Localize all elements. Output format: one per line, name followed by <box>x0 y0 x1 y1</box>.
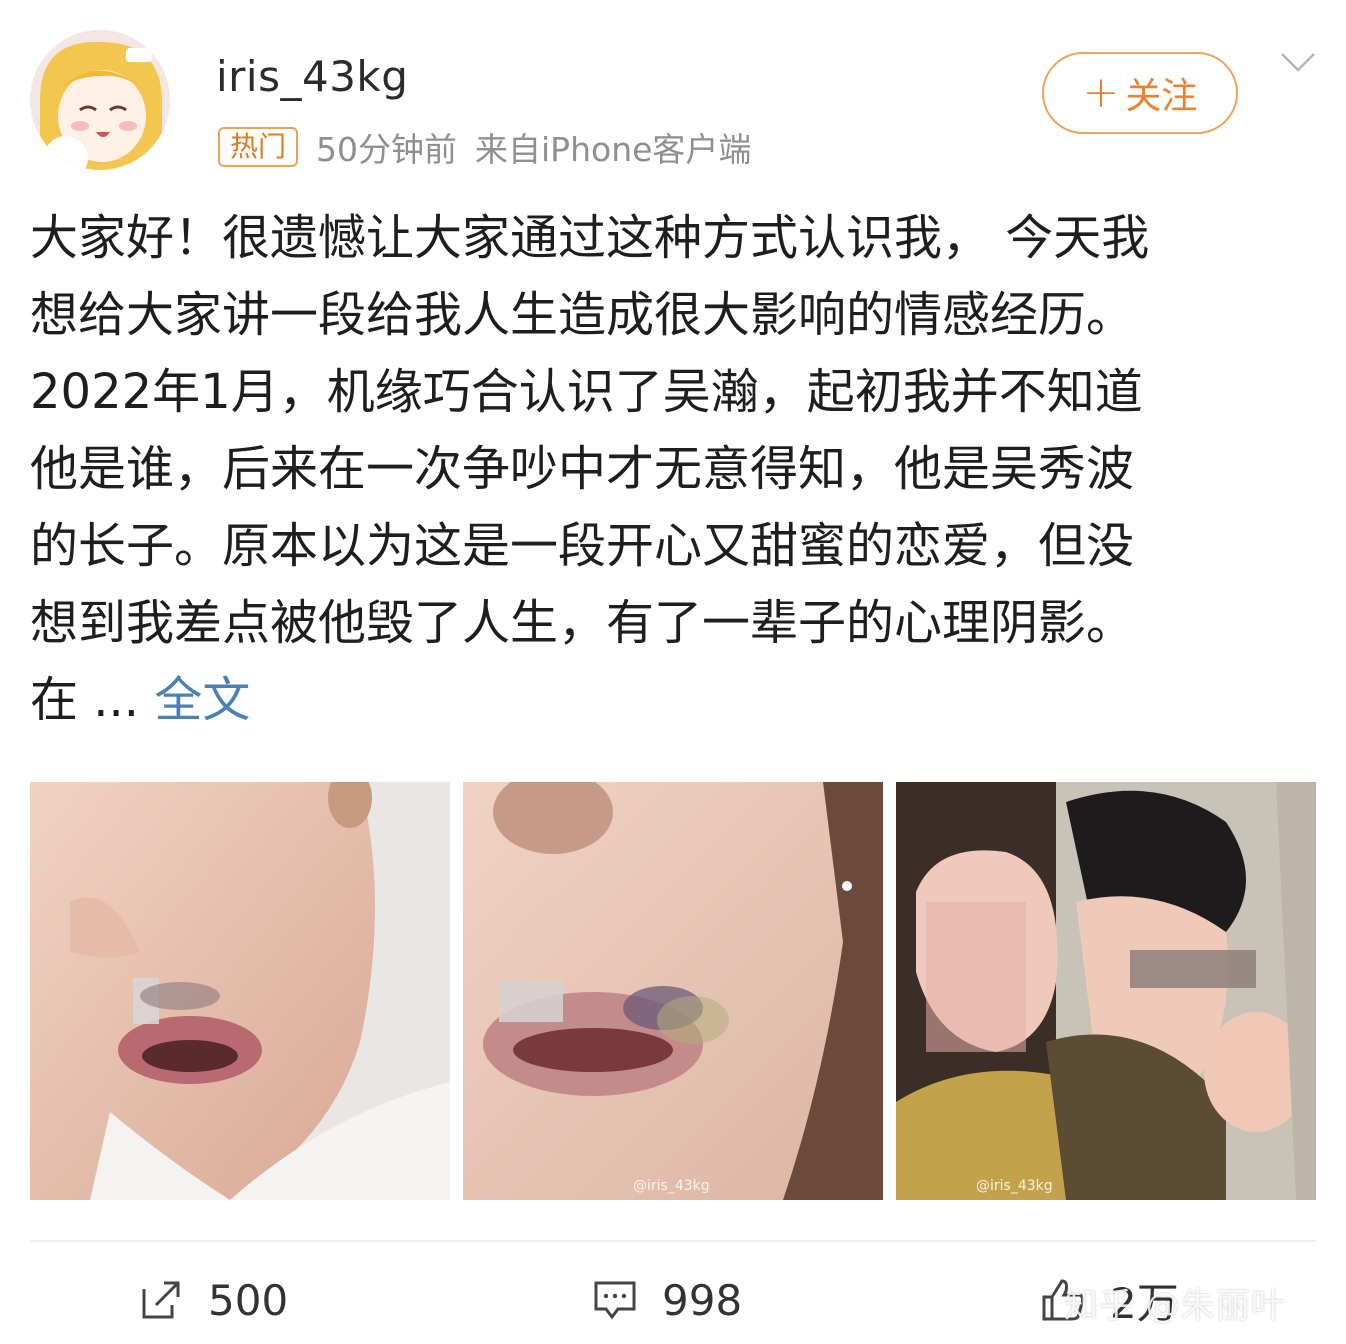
post-truncated-text: 在 ... <box>30 672 140 728</box>
post-line: 大家好！很遗憾让大家通过这种方式认识我， 今天我 <box>30 210 1150 266</box>
share-icon <box>142 1281 180 1319</box>
chevron-down-icon[interactable] <box>1280 50 1316 74</box>
comment-icon <box>594 1281 636 1320</box>
site-watermark: 知乎 @朱丽叶 <box>1064 1286 1286 1326</box>
hot-badge: 热门 <box>218 127 299 167</box>
post-time: 50分钟前 <box>316 130 458 169</box>
post-line: 的长子。原本以为这是一段开心又甜蜜的恋爱，但没 <box>30 518 1135 574</box>
photo-watermark: @iris_43kg <box>633 1178 710 1194</box>
post-source: 来自iPhone客户端 <box>475 130 752 169</box>
post-body: 大家好！很遗憾让大家通过这种方式认识我， 今天我 想给大家讲一段给我人生造成很大… <box>30 200 1320 739</box>
post-line: 他是谁，后来在一次争吵中才无意得知，他是吴秀波 <box>30 441 1135 497</box>
comment-button[interactable]: 998 <box>592 1270 742 1330</box>
read-more-link[interactable]: 全文 <box>154 672 250 728</box>
post-line-last: 在 ... 全文 <box>30 662 1320 739</box>
repost-button[interactable]: 500 <box>138 1270 288 1330</box>
follow-button[interactable]: + 关注 <box>1042 52 1238 134</box>
post-line: 想到我差点被他毁了人生，有了一辈子的心理阴影。 <box>30 595 1135 651</box>
divider <box>30 1240 1316 1242</box>
photo-watermark: @iris_43kg <box>976 1178 1053 1194</box>
username[interactable]: iris_43kg <box>216 52 408 101</box>
repost-count: 500 <box>208 1275 289 1325</box>
post-photo-1[interactable] <box>30 782 450 1200</box>
plus-icon: + <box>1082 67 1120 118</box>
post-line: 想给大家讲一段给我人生造成很大影响的情感经历。 <box>30 287 1135 343</box>
avatar[interactable] <box>30 30 170 170</box>
post-line: 2022年1月，机缘巧合认识了吴瀚，起初我并不知道 <box>30 364 1143 420</box>
follow-label: 关注 <box>1125 76 1198 117</box>
post-meta: 热门 50分钟前 来自iPhone客户端 <box>218 126 752 169</box>
post-photo-3[interactable]: @iris_43kg <box>896 782 1316 1200</box>
post-photo-2[interactable]: @iris_43kg <box>463 782 883 1200</box>
comment-count: 998 <box>662 1275 743 1325</box>
